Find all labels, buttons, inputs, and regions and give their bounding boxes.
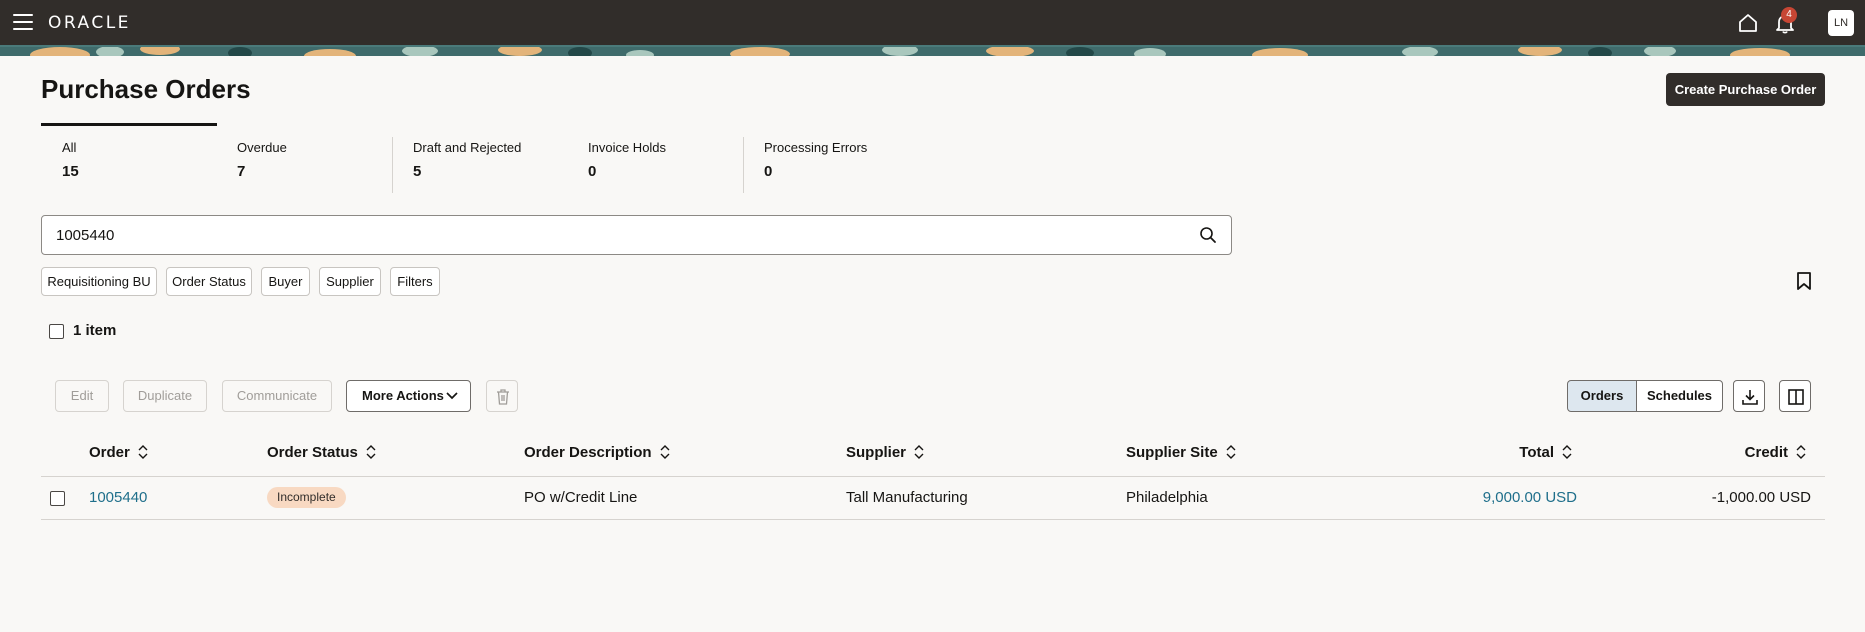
column-header-supplier[interactable]: Supplier (846, 444, 924, 461)
filter-chip-buyer[interactable]: Buyer (261, 267, 310, 296)
column-label: Order (89, 444, 130, 461)
column-label: Supplier Site (1126, 444, 1218, 461)
tab-count: 7 (237, 163, 246, 180)
item-count: 1 item (73, 322, 117, 339)
supplier-site: Philadelphia (1126, 489, 1208, 506)
manage-columns-button[interactable] (1779, 380, 1811, 412)
tab-count: 15 (62, 163, 79, 180)
tab-all[interactable]: All 15 (41, 137, 216, 193)
tab-count: 5 (413, 163, 422, 180)
tab-label: Overdue (237, 140, 287, 155)
sort-icon (1226, 445, 1236, 459)
order-number-link[interactable]: 1005440 (89, 489, 147, 506)
sort-icon (1796, 445, 1806, 459)
sort-icon (366, 445, 376, 459)
download-icon (1742, 390, 1758, 405)
title-underline (41, 123, 217, 126)
column-header-order[interactable]: Order (89, 444, 148, 461)
columns-icon (1788, 389, 1804, 405)
column-header-credit[interactable]: Credit (1745, 444, 1806, 461)
edit-button[interactable]: Edit (55, 380, 109, 412)
decorative-banner (0, 45, 1865, 56)
tab-processing-errors[interactable]: Processing Errors 0 (743, 137, 918, 193)
row-checkbox[interactable] (50, 491, 65, 506)
column-label: Order Description (524, 444, 652, 461)
top-bar: ORACLE 4 LN (0, 0, 1865, 45)
view-schedules-button[interactable]: Schedules (1636, 380, 1723, 412)
column-header-order-status[interactable]: Order Status (267, 444, 376, 461)
search-value: 1005440 (56, 227, 115, 244)
menu-icon[interactable] (13, 14, 33, 30)
status-tabs: All 15 Overdue 7 Draft and Rejected 5 In… (41, 137, 921, 193)
tab-count: 0 (764, 163, 773, 180)
column-header-supplier-site[interactable]: Supplier Site (1126, 444, 1236, 461)
table-header: Order Order Status Order Description Sup… (41, 437, 1825, 477)
tab-label: Draft and Rejected (413, 140, 522, 155)
oracle-logo[interactable]: ORACLE (48, 13, 131, 33)
notification-badge: 4 (1781, 7, 1797, 23)
search-input[interactable]: 1005440 (41, 215, 1232, 255)
delete-button[interactable] (486, 380, 518, 412)
tab-draft-and-rejected[interactable]: Draft and Rejected 5 (392, 137, 567, 193)
column-header-total[interactable]: Total (1519, 444, 1572, 461)
filter-chip-order-status[interactable]: Order Status (166, 267, 252, 296)
column-label: Credit (1744, 444, 1788, 461)
column-label: Order Status (267, 444, 358, 461)
total-amount-link[interactable]: 9,000.00 USD (1483, 489, 1577, 506)
tab-label: Invoice Holds (588, 140, 667, 155)
search-icon[interactable] (1199, 226, 1217, 244)
filter-chip-requisitioning-bu[interactable]: Requisitioning BU (41, 267, 157, 296)
page-title: Purchase Orders (41, 74, 251, 104)
export-button[interactable] (1733, 380, 1765, 412)
tab-count: 0 (588, 163, 597, 180)
column-label: Total (1519, 444, 1554, 461)
tab-invoice-holds[interactable]: Invoice Holds 0 (567, 137, 742, 193)
filter-chip-supplier[interactable]: Supplier (319, 267, 381, 296)
create-purchase-order-button[interactable]: Create Purchase Order (1666, 73, 1825, 106)
sort-icon (1562, 445, 1572, 459)
column-label: Supplier (846, 444, 907, 461)
tab-label: All (62, 140, 77, 155)
bookmark-icon[interactable] (1795, 271, 1813, 291)
supplier-name: Tall Manufacturing (846, 489, 968, 506)
credit-amount: -1,000.00 USD (1711, 489, 1811, 506)
status-badge: Incomplete (267, 487, 346, 508)
more-actions-button[interactable]: More Actions (346, 380, 471, 412)
column-header-order-description[interactable]: Order Description (524, 444, 670, 461)
view-orders-button[interactable]: Orders (1567, 380, 1637, 412)
communicate-button[interactable]: Communicate (222, 380, 332, 412)
duplicate-button[interactable]: Duplicate (123, 380, 207, 412)
sort-icon (660, 445, 670, 459)
filter-chip-filters[interactable]: Filters (390, 267, 440, 296)
table-row[interactable]: 1005440 Incomplete PO w/Credit Line Tall… (41, 477, 1825, 520)
home-icon[interactable] (1737, 12, 1759, 34)
order-description: PO w/Credit Line (524, 489, 638, 506)
tab-overdue[interactable]: Overdue 7 (216, 137, 391, 193)
more-actions-label: More Actions (362, 388, 444, 403)
sort-icon (914, 445, 924, 459)
trash-icon (497, 389, 509, 405)
chevron-down-icon (446, 392, 458, 400)
tab-label: Processing Errors (764, 140, 868, 155)
sort-icon (138, 445, 148, 459)
user-avatar[interactable]: LN (1828, 10, 1854, 36)
select-all-checkbox[interactable] (49, 324, 64, 339)
